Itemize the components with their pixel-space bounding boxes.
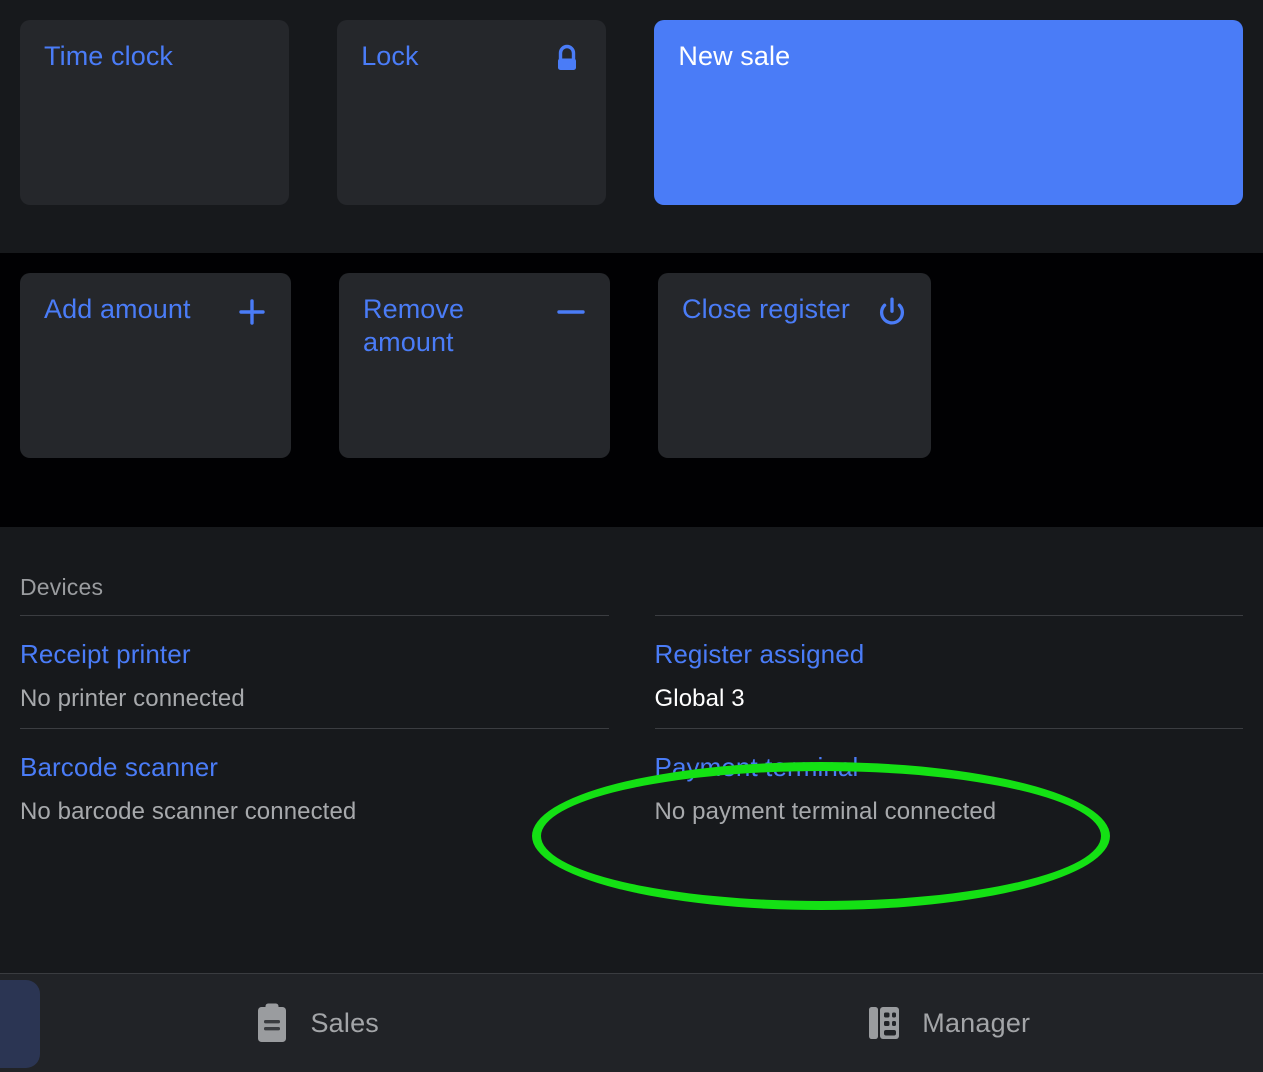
lock-icon [550, 42, 584, 76]
device-row-receipt-printer[interactable]: Receipt printer No printer connected [20, 615, 609, 728]
register-assigned-value: Global 3 [654, 685, 745, 712]
pos-register-screen: Time clock Lock New sale Add amount Remo… [0, 0, 1263, 1072]
add-amount-label: Add amount [44, 294, 191, 324]
close-register-label: Close register [682, 294, 850, 324]
nav-label-sales: Sales [310, 1007, 380, 1038]
remove-amount-label: Remove amount [363, 294, 465, 357]
devices-left-column: Receipt printer No printer connected Bar… [20, 615, 609, 841]
power-icon [875, 295, 909, 329]
receipt-printer-status: No printer connected [20, 685, 245, 712]
lock-button[interactable]: Lock [337, 20, 607, 205]
bottom-navigation-bar: Sales Manager [0, 973, 1263, 1072]
devices-grid: Receipt printer No printer connected Bar… [20, 615, 1243, 841]
payment-terminal-status: No payment terminal connected [654, 798, 997, 825]
nav-item-manager[interactable]: Manager [632, 974, 1263, 1072]
time-clock-button[interactable]: Time clock [20, 20, 290, 205]
add-amount-button[interactable]: Add amount [20, 273, 291, 458]
new-sale-label: New sale [678, 41, 791, 71]
nav-item-sales[interactable]: Sales [0, 974, 632, 1072]
cash-actions-section: Add amount Remove amount Close register [0, 253, 1263, 527]
devices-section: Devices Receipt printer No printer conne… [0, 527, 1263, 973]
barcode-scanner-name: Barcode scanner [20, 752, 219, 782]
close-register-button[interactable]: Close register [658, 273, 931, 458]
devices-heading: Devices [20, 574, 104, 600]
cash-actions-row: Add amount Remove amount Close register [20, 273, 1243, 458]
device-row-payment-terminal[interactable]: Payment terminal No payment terminal con… [654, 728, 1243, 841]
register-assigned-name: Register assigned [654, 639, 865, 669]
top-actions-section: Time clock Lock New sale [0, 0, 1263, 253]
plus-icon [235, 295, 269, 329]
clipboard-icon [252, 1001, 292, 1045]
barcode-scanner-status: No barcode scanner connected [20, 798, 357, 825]
device-row-register-assigned[interactable]: Register assigned Global 3 [654, 615, 1243, 728]
payment-terminal-name: Payment terminal [654, 752, 859, 782]
building-icon [864, 1001, 904, 1045]
minus-icon [554, 295, 588, 329]
lock-label: Lock [361, 41, 419, 71]
receipt-printer-name: Receipt printer [20, 639, 191, 669]
devices-right-column: Register assigned Global 3 Payment termi… [654, 615, 1243, 841]
remove-amount-button[interactable]: Remove amount [339, 273, 610, 458]
device-row-barcode-scanner[interactable]: Barcode scanner No barcode scanner conne… [20, 728, 609, 841]
nav-label-manager: Manager [922, 1007, 1031, 1038]
time-clock-label: Time clock [44, 41, 174, 71]
top-actions-row: Time clock Lock New sale [20, 20, 1243, 205]
new-sale-button[interactable]: New sale [654, 20, 1243, 205]
